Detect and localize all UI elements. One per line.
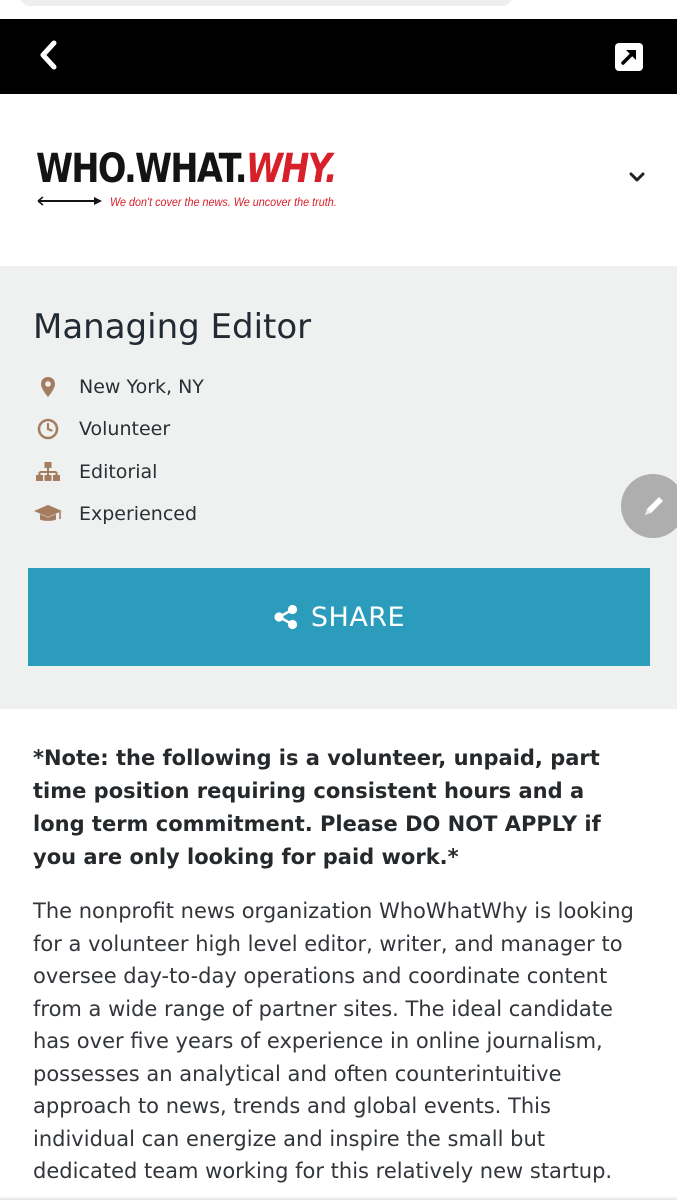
app-nav-bar [0, 19, 677, 94]
meta-department: Editorial [33, 457, 157, 487]
chevron-left-icon [40, 40, 57, 70]
edit-floating-button[interactable] [621, 474, 677, 538]
clock-icon [33, 414, 63, 444]
job-location: New York, NY [79, 376, 204, 398]
browser-top-strip [0, 0, 677, 19]
logo-text-black: WHO.WHAT. [36, 146, 247, 192]
logo-tagline: We don't cover the news. We uncover the … [110, 195, 337, 209]
logo-arrow-icon [37, 196, 102, 206]
address-bar[interactable] [20, 0, 512, 6]
volunteer-note: *Note: the following is a volunteer, unp… [33, 746, 601, 869]
description-text: The nonprofit news organization WhoWhatW… [33, 899, 634, 1183]
job-experience: Experienced [79, 503, 198, 525]
graduation-cap-icon [33, 499, 63, 529]
open-external-button[interactable] [612, 40, 646, 74]
pencil-icon [645, 497, 663, 515]
site-header: WHO.WHAT.WHY. We don't cover the news. W… [0, 94, 677, 266]
job-department: Editorial [79, 461, 158, 483]
logo-text-red: WHY. [245, 146, 338, 192]
logo-wordmark: WHO.WHAT.WHY. [36, 146, 338, 192]
job-type: Volunteer [79, 418, 171, 440]
chevron-down-icon [629, 172, 645, 182]
meta-experience: Experienced [33, 499, 197, 529]
org-chart-icon [33, 457, 63, 487]
job-title: Managing Editor [33, 307, 312, 347]
job-description: *Note: the following is a volunteer, unp… [0, 709, 677, 1200]
meta-type: Volunteer [33, 414, 170, 444]
share-button[interactable]: SHARE [28, 568, 650, 666]
share-icon [274, 604, 297, 630]
menu-toggle[interactable] [626, 168, 648, 186]
job-summary-panel: Managing Editor New York, NY Volunteer E… [0, 266, 677, 709]
share-label: SHARE [310, 601, 406, 633]
back-button[interactable] [28, 35, 68, 75]
scroll-edge [0, 1196, 677, 1200]
meta-location: New York, NY [33, 372, 204, 402]
external-link-icon [615, 43, 643, 71]
location-pin-icon [33, 372, 63, 402]
site-logo[interactable]: WHO.WHAT.WHY. We don't cover the news. W… [36, 146, 366, 216]
